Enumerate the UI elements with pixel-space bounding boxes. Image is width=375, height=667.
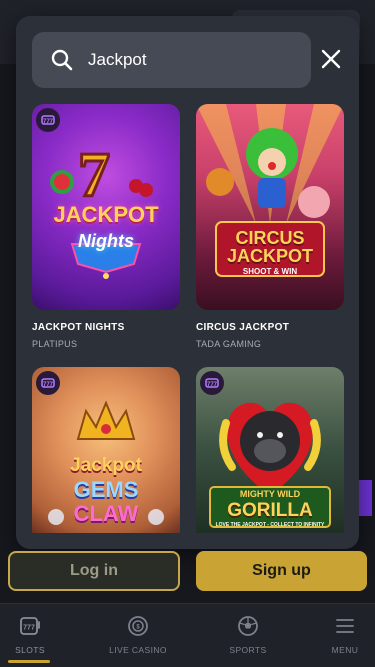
art-title-line3: LOVE THE JACKPOT - COLLECT TO INFINITY [215,522,325,528]
game-provider: PLATIPUS [32,339,78,349]
nav-label: SPORTS [229,645,267,655]
nav-label: LIVE CASINO [109,645,167,655]
art-title-line1: Jackpot [70,455,142,476]
login-button[interactable]: Log in [8,551,180,591]
game-thumbnail: CIRCUS JACKPOT SHOOT & WIN [196,104,344,310]
signup-button[interactable]: Sign up [196,551,367,591]
game-title: CIRCUS JACKPOT [196,322,290,333]
game-card[interactable]: 777 7 JACKPOT Nights JACKPOT NIGHTS PLAT… [32,104,180,349]
art-title-line1: MIGHTY WILD [239,489,301,499]
svg-text:777: 777 [23,625,35,632]
active-tab-indicator [8,660,50,663]
game-title: JACKPOT NIGHTS [32,322,125,333]
game-thumbnail: 777 7 JACKPOT Nights [32,104,180,310]
nav-item-slots[interactable]: 777 SLOTS [4,604,56,667]
art-title-line2: Nights [78,231,134,251]
nav-label: MENU [331,645,359,655]
game-thumbnail: 777 Jackpot GEMS CLAW [32,367,180,533]
search-modal: 777 7 JACKPOT Nights JACKPOT NIGHTS PLAT… [16,16,359,549]
art-title-line3: SHOOT & WIN [242,267,298,276]
art-title-line2: GORILLA [227,500,313,521]
svg-text:7: 7 [78,139,110,210]
nav-label: SLOTS [15,645,45,655]
search-input[interactable] [88,50,288,70]
art-title-line1: JACKPOT [53,202,159,227]
menu-icon [336,619,354,633]
soccer-ball-icon [238,616,258,636]
bottom-navigation: 777 SLOTS $ LIVE CASINO SPORTS MENU [0,603,375,667]
art-title-line3: CLAW [73,501,139,526]
search-icon [51,49,73,71]
svg-text:$: $ [136,625,140,631]
search-box [32,32,311,88]
game-card[interactable]: CIRCUS JACKPOT SHOOT & WIN CIRCUS JACKPO… [196,104,344,349]
nav-item-sports[interactable]: SPORTS [222,604,274,667]
game-provider: TADA GAMING [196,339,262,349]
slots-icon: 777 [20,617,40,635]
circus-jackpot-artwork [196,104,344,277]
page: 777 7 JACKPOT Nights JACKPOT NIGHTS PLAT… [0,0,375,667]
art-title-line2: GEMS [73,477,139,502]
roulette-icon: $ [128,616,148,636]
close-icon [321,49,341,69]
game-card[interactable]: 777 Jackpot GEMS CLAW [32,367,180,533]
game-card[interactable]: 777 MIGHTY WILD GORILLA LOVE THE JACKPOT… [196,367,344,533]
nav-item-live-casino[interactable]: $ LIVE CASINO [104,604,172,667]
game-thumbnail: 777 MIGHTY WILD GORILLA LOVE THE JACKPOT… [196,367,344,533]
close-button[interactable] [316,44,346,74]
nav-item-menu[interactable]: MENU [320,604,370,667]
art-title-line2: JACKPOT [226,246,313,266]
